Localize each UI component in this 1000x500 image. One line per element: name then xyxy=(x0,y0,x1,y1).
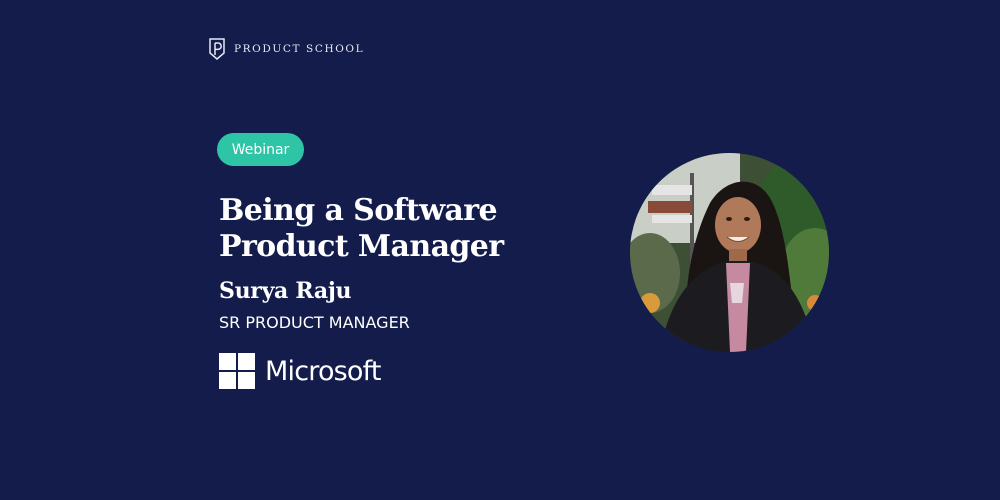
company-name: Microsoft xyxy=(265,355,381,387)
speaker-name: Surya Raju xyxy=(219,278,352,304)
product-school-logo-icon xyxy=(209,38,225,60)
speaker-photo xyxy=(630,153,829,352)
brand-name: PRODUCT SCHOOL xyxy=(234,42,365,55)
brand: PRODUCT SCHOOL xyxy=(208,38,364,60)
event-title: Being a Software Product Manager xyxy=(219,193,579,265)
webinar-badge: Webinar xyxy=(217,133,304,166)
speaker-role: SR PRODUCT MANAGER xyxy=(219,313,410,332)
event-title-line-1: Being a Software xyxy=(219,193,498,228)
microsoft-logo-icon xyxy=(219,353,255,389)
company-logo: Microsoft xyxy=(219,352,381,390)
event-title-line-2: Product Manager xyxy=(219,229,504,264)
